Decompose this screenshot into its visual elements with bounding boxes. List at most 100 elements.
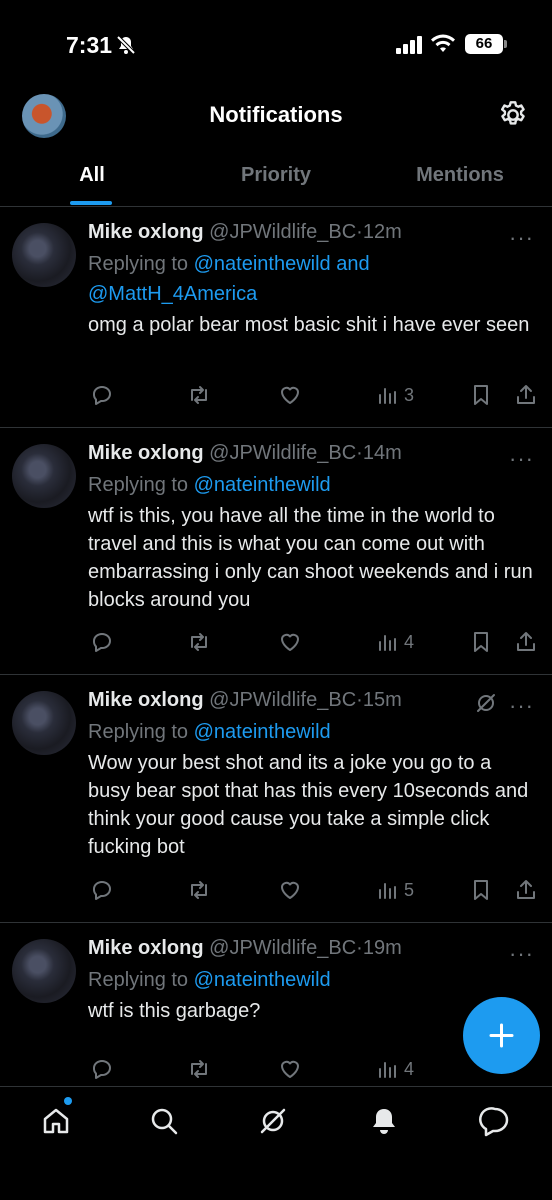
separator-dot: · [356, 442, 363, 464]
post-time: 15m [362, 689, 402, 711]
more-icon[interactable]: ··· [509, 693, 534, 719]
avatar[interactable] [12, 691, 76, 755]
more-icon[interactable]: ··· [509, 446, 534, 472]
status-time: 7:31 [66, 32, 113, 58]
more-icon[interactable]: ··· [509, 941, 534, 967]
like-icon[interactable] [278, 630, 302, 654]
bell-off-icon [116, 35, 136, 55]
author-name[interactable]: Mike oxlong [88, 937, 204, 959]
tab-priority[interactable]: Priority [184, 164, 368, 187]
like-icon[interactable] [278, 1057, 302, 1081]
action-bar: 5 [88, 878, 538, 908]
status-bar: 7:31 66 [0, 0, 552, 90]
like-icon[interactable] [278, 383, 302, 407]
views-icon[interactable] [376, 383, 400, 407]
author-name[interactable]: Mike oxlong [88, 221, 204, 243]
notification-item[interactable]: Mike oxlong @JPWildlife_BC·14m ··· Reply… [0, 428, 552, 675]
bookmark-icon[interactable] [469, 630, 493, 654]
messages-icon[interactable] [479, 1105, 511, 1137]
notification-item[interactable]: Mike oxlong @JPWildlife_BC·12m ··· Reply… [0, 207, 552, 428]
reply-icon[interactable] [90, 630, 114, 654]
views-count: 5 [404, 880, 415, 900]
replying-to: Replying to @nateinthewild [88, 470, 538, 500]
repost-icon[interactable] [187, 878, 211, 902]
repost-icon[interactable] [187, 1057, 211, 1081]
avatar[interactable] [12, 223, 76, 287]
views-icon[interactable] [376, 630, 400, 654]
avatar[interactable] [12, 939, 76, 1003]
replying-prefix: Replying to [88, 253, 189, 275]
post-text: omg a polar bear most basic shit i have … [88, 314, 530, 336]
grok-icon[interactable] [474, 691, 498, 715]
bookmark-icon[interactable] [469, 878, 493, 902]
search-icon[interactable] [148, 1105, 180, 1137]
header: Notifications [0, 90, 552, 142]
author-handle[interactable]: @JPWildlife_BC [209, 442, 356, 464]
mention-link[interactable]: @nateinthewild [194, 253, 331, 275]
notification-body: Mike oxlong @JPWildlife_BC·15m ··· Reply… [88, 689, 538, 861]
mention-link[interactable]: @MattH_4America [88, 283, 257, 305]
mention-link[interactable]: @nateinthewild [194, 969, 331, 991]
author-handle[interactable]: @JPWildlife_BC [209, 937, 356, 959]
share-icon[interactable] [514, 630, 538, 654]
gear-icon[interactable] [497, 99, 529, 131]
more-icon[interactable]: ··· [509, 225, 534, 251]
tab-mentions[interactable]: Mentions [368, 164, 552, 187]
mention-link[interactable]: @nateinthewild [194, 721, 331, 743]
author-handle[interactable]: @JPWildlife_BC [209, 221, 356, 243]
views-icon[interactable] [376, 878, 400, 902]
share-icon[interactable] [514, 878, 538, 902]
share-icon[interactable] [514, 383, 538, 407]
page-title: Notifications [209, 102, 343, 127]
notification-body: Mike oxlong @JPWildlife_BC·14m ··· Reply… [88, 442, 538, 614]
post-time: 14m [362, 442, 402, 464]
replying-to: Replying to @nateinthewild [88, 965, 538, 995]
reply-icon[interactable] [90, 1057, 114, 1081]
notifications-bell-icon[interactable] [368, 1105, 400, 1137]
battery-indicator: 66 [465, 34, 503, 54]
views-count: 4 [404, 632, 415, 652]
views-count: 4 [404, 1059, 415, 1079]
post-time: 19m [362, 937, 402, 959]
home-notification-dot [64, 1097, 72, 1105]
like-icon[interactable] [278, 878, 302, 902]
views-count: 3 [404, 385, 415, 405]
tab-all[interactable]: All [0, 164, 184, 187]
action-bar: 3 [88, 383, 538, 413]
mention-link[interactable]: @nateinthewild [194, 474, 331, 496]
replying-prefix: Replying to [88, 721, 189, 743]
author-handle[interactable]: @JPWildlife_BC [209, 689, 356, 711]
author-line: Mike oxlong @JPWildlife_BC·14m [88, 442, 538, 470]
notification-feed: Mike oxlong @JPWildlife_BC·12m ··· Reply… [0, 207, 552, 1087]
active-tab-indicator [70, 201, 112, 205]
home-icon[interactable] [40, 1105, 72, 1137]
separator-dot: · [356, 937, 363, 959]
post-text: wtf is this, you have all the time in th… [88, 505, 533, 611]
wifi-icon [431, 34, 455, 52]
bookmark-icon[interactable] [469, 383, 493, 407]
action-bar: 4 [88, 1057, 538, 1087]
grok-icon[interactable] [257, 1105, 289, 1137]
notification-item[interactable]: Mike oxlong @JPWildlife_BC·15m ··· Reply… [0, 675, 552, 923]
notification-item[interactable]: Mike oxlong @JPWildlife_BC·19m ··· Reply… [0, 923, 552, 1087]
author-line: Mike oxlong @JPWildlife_BC·19m [88, 937, 538, 965]
compose-button[interactable] [463, 997, 540, 1074]
reply-icon[interactable] [90, 383, 114, 407]
avatar[interactable] [12, 444, 76, 508]
action-bar: 4 [88, 630, 538, 660]
replying-prefix: Replying to [88, 474, 189, 496]
author-name[interactable]: Mike oxlong [88, 689, 204, 711]
replying-to: Replying to @nateinthewild [88, 717, 538, 747]
signal-icon [396, 36, 422, 54]
post-time: 12m [362, 221, 402, 243]
repost-icon[interactable] [187, 383, 211, 407]
repost-icon[interactable] [187, 630, 211, 654]
replying-prefix: Replying to [88, 969, 189, 991]
mention-joiner: and [336, 253, 370, 275]
author-line: Mike oxlong @JPWildlife_BC·15m [88, 689, 538, 717]
reply-icon[interactable] [90, 878, 114, 902]
author-name[interactable]: Mike oxlong [88, 442, 204, 464]
views-icon[interactable] [376, 1057, 400, 1081]
separator-dot: · [356, 689, 363, 711]
battery-tip [504, 40, 507, 48]
